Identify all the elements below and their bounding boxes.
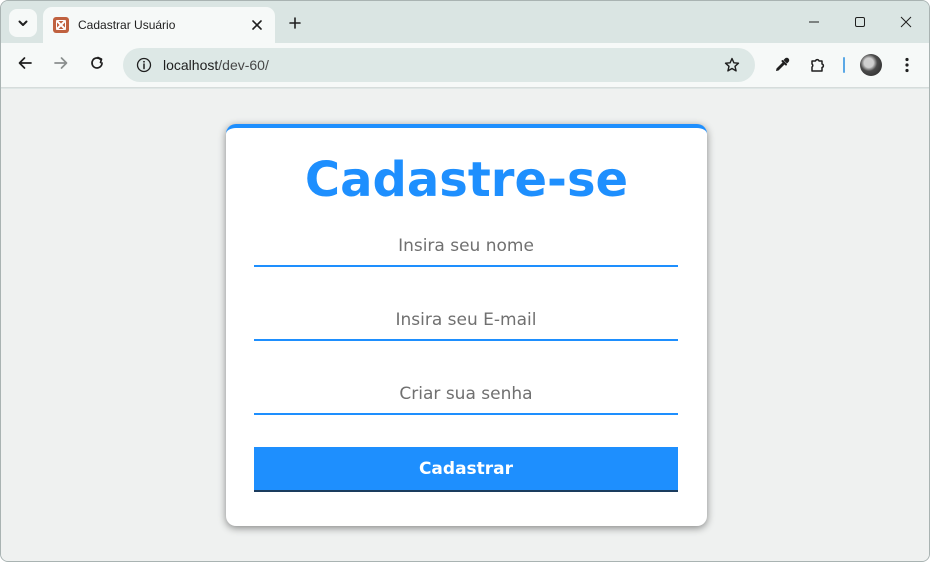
new-tab-button[interactable] xyxy=(283,11,307,35)
bookmark-star-icon[interactable] xyxy=(721,54,743,76)
tab-cadastrar-usuario[interactable]: Cadastrar Usuário xyxy=(43,7,275,43)
maximize-button[interactable] xyxy=(847,9,873,35)
tab-title: Cadastrar Usuário xyxy=(78,18,176,32)
name-input[interactable] xyxy=(254,227,678,267)
email-input[interactable] xyxy=(254,301,678,341)
signup-card: Cadastre-se Cadastrar xyxy=(226,124,707,526)
maximize-icon xyxy=(854,13,866,32)
minimize-icon xyxy=(808,13,820,32)
chevron-down-icon xyxy=(17,14,29,33)
close-tab-icon[interactable] xyxy=(249,17,265,33)
forward-button[interactable] xyxy=(47,51,75,79)
close-window-button[interactable] xyxy=(893,9,919,35)
tab-search-button[interactable] xyxy=(9,9,37,37)
page-viewport: Cadastre-se Cadastrar xyxy=(1,89,929,561)
page-title: Cadastre-se xyxy=(304,152,629,208)
arrow-right-icon xyxy=(53,55,69,75)
reload-icon xyxy=(89,55,105,75)
close-icon xyxy=(900,13,912,32)
toolbar-divider xyxy=(843,57,845,73)
url-host: localhost xyxy=(163,57,219,73)
address-bar[interactable]: localhost/dev-60/ xyxy=(123,48,755,82)
profile-avatar[interactable] xyxy=(860,54,882,76)
xampp-icon xyxy=(53,17,69,33)
password-input[interactable] xyxy=(254,375,678,415)
reload-button[interactable] xyxy=(83,51,111,79)
tab-strip: Cadastrar Usuário xyxy=(1,1,929,43)
plus-icon xyxy=(289,14,301,33)
browser-toolbar: localhost/dev-60/ xyxy=(1,43,929,88)
submit-button[interactable]: Cadastrar xyxy=(254,447,678,492)
url-path: /dev-60/ xyxy=(218,57,269,73)
back-button[interactable] xyxy=(11,51,39,79)
minimize-button[interactable] xyxy=(801,9,827,35)
eyedropper-icon[interactable] xyxy=(768,51,796,79)
arrow-left-icon xyxy=(17,55,33,75)
extensions-icon[interactable] xyxy=(804,51,832,79)
menu-kebab-icon[interactable] xyxy=(893,51,921,79)
browser-window: Cadastrar Usuário localhost/dev-60/ Cada… xyxy=(0,0,930,562)
url-text: localhost/dev-60/ xyxy=(163,57,755,73)
site-info-icon[interactable] xyxy=(133,54,155,76)
